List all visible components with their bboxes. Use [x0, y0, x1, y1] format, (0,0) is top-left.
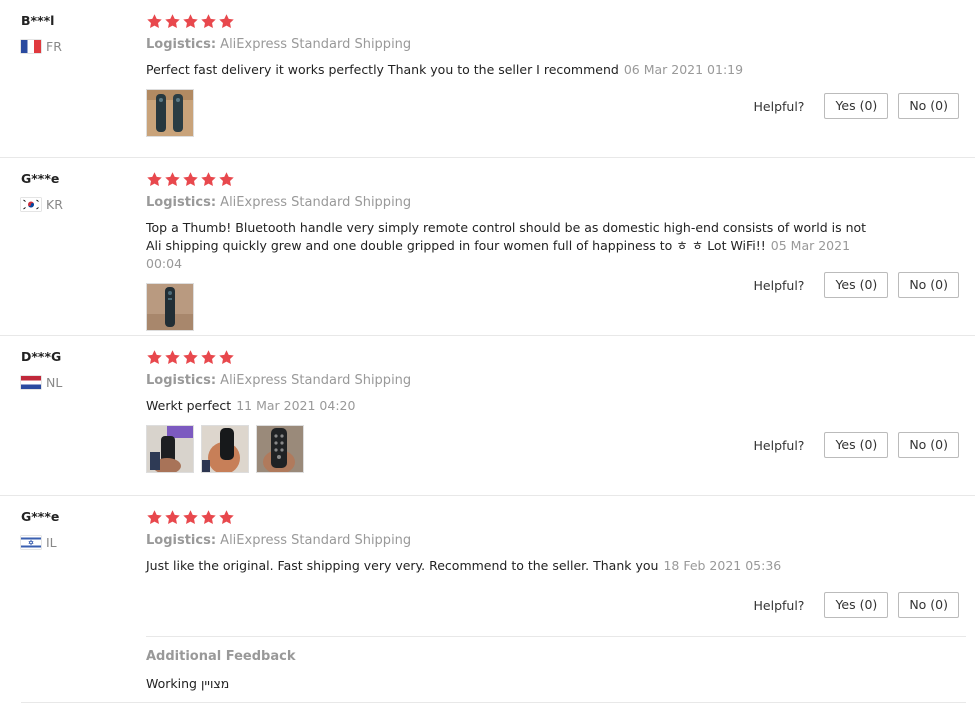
helpful-no-button[interactable]: No (0) [898, 432, 959, 458]
logistics-value: AliExpress Standard Shipping [220, 37, 412, 52]
reviewer-name: G***e [21, 509, 60, 524]
review-photo-thumbnail[interactable] [146, 425, 194, 473]
review-text: Just like the original. Fast shipping ve… [146, 557, 876, 575]
additional-feedback-text: Working מצויין [146, 676, 230, 691]
helpful-label: Helpful? [753, 437, 805, 453]
helpful-yes-button[interactable]: Yes (0) [824, 272, 889, 298]
helpful-vote: Helpful? Yes (0) No (0) [754, 272, 959, 298]
review-item: D***G NL Logistics: AliExpress Standard … [0, 336, 975, 496]
country-code: IL [46, 534, 57, 550]
logistics-value: AliExpress Standard Shipping [220, 195, 412, 210]
reviewer-country: IL [21, 534, 131, 550]
review-text: Werkt perfect 11 Mar 2021 04:20 [146, 397, 876, 415]
review-body: Perfect fast delivery it works perfectly… [146, 62, 619, 77]
logistics-label: Logistics: [146, 373, 217, 388]
review-item: B***l FR Logistics: AliExpress Standard … [0, 0, 975, 158]
star-icon [182, 349, 199, 366]
flag-kr-icon [21, 197, 41, 211]
reviewer-name: G***e [21, 171, 60, 186]
star-icon [218, 13, 235, 30]
logistics-value: AliExpress Standard Shipping [220, 373, 412, 388]
review-text: Perfect fast delivery it works perfectly… [146, 61, 876, 79]
additional-feedback-title: Additional Feedback [146, 649, 296, 664]
review-date: 11 Mar 2021 04:20 [236, 398, 356, 413]
reviewer-info: D***G NL [21, 348, 131, 390]
logistics-info: Logistics: AliExpress Standard Shipping [146, 532, 966, 549]
star-icon [200, 509, 217, 526]
country-code: FR [46, 38, 62, 54]
additional-feedback: Additional Feedback Working מצויין [146, 636, 966, 691]
star-icon [182, 171, 199, 188]
divider [21, 702, 966, 703]
logistics-info: Logistics: AliExpress Standard Shipping [146, 194, 966, 211]
review-item: G***e KR Logistics: AliExpress Standard … [0, 158, 975, 336]
star-icon [146, 171, 163, 188]
review-body: Top a Thumb! Bluetooth handle very simpl… [146, 220, 867, 253]
review-content: Logistics: AliExpress Standard Shipping … [146, 170, 966, 331]
logistics-info: Logistics: AliExpress Standard Shipping [146, 372, 966, 389]
review-text: Top a Thumb! Bluetooth handle very simpl… [146, 219, 876, 273]
helpful-no-button[interactable]: No (0) [898, 272, 959, 298]
star-icon [182, 13, 199, 30]
reviewer-name: D***G [21, 349, 62, 364]
star-icon [164, 509, 181, 526]
star-icon [182, 509, 199, 526]
review-photo-thumbnail[interactable] [201, 425, 249, 473]
star-icon [200, 171, 217, 188]
review-date: 06 Mar 2021 01:19 [623, 62, 744, 77]
logistics-label: Logistics: [146, 37, 217, 52]
logistics-label: Logistics: [146, 195, 217, 210]
star-rating [146, 170, 966, 188]
star-icon [164, 13, 181, 30]
helpful-yes-button[interactable]: Yes (0) [824, 592, 889, 618]
star-rating [146, 12, 966, 30]
star-icon [200, 349, 217, 366]
helpful-vote: Helpful? Yes (0) No (0) [754, 93, 959, 119]
review-photo-thumbnail[interactable] [146, 89, 194, 137]
reviewer-country: KR [21, 196, 131, 212]
helpful-vote: Helpful? Yes (0) No (0) [754, 592, 959, 618]
star-icon [218, 171, 235, 188]
flag-nl-icon [21, 375, 41, 389]
flag-fr-icon [21, 39, 41, 53]
logistics-value: AliExpress Standard Shipping [220, 533, 412, 548]
star-icon [164, 171, 181, 188]
review-content: Logistics: AliExpress Standard Shipping … [146, 508, 966, 575]
star-icon [146, 349, 163, 366]
helpful-label: Helpful? [753, 98, 805, 114]
star-rating [146, 348, 966, 366]
review-photo-thumbnail[interactable] [256, 425, 304, 473]
helpful-yes-button[interactable]: Yes (0) [824, 93, 889, 119]
helpful-vote: Helpful? Yes (0) No (0) [754, 432, 959, 458]
country-code: KR [46, 196, 63, 212]
helpful-no-button[interactable]: No (0) [898, 592, 959, 618]
logistics-info: Logistics: AliExpress Standard Shipping [146, 36, 966, 53]
star-rating [146, 508, 966, 526]
country-code: NL [46, 374, 63, 390]
logistics-label: Logistics: [146, 533, 217, 548]
star-icon [218, 349, 235, 366]
review-body: Werkt perfect [146, 398, 232, 413]
star-icon [218, 509, 235, 526]
review-body: Just like the original. Fast shipping ve… [146, 558, 659, 573]
star-icon [200, 13, 217, 30]
flag-il-icon [21, 535, 41, 549]
reviewer-country: NL [21, 374, 131, 390]
reviewer-info: G***e IL [21, 508, 131, 550]
helpful-label: Helpful? [753, 597, 805, 613]
helpful-no-button[interactable]: No (0) [898, 93, 959, 119]
reviewer-info: B***l FR [21, 12, 131, 54]
star-icon [164, 349, 181, 366]
helpful-label: Helpful? [753, 277, 805, 293]
review-date: 18 Feb 2021 05:36 [663, 558, 782, 573]
reviewer-name: B***l [21, 13, 55, 28]
star-icon [146, 13, 163, 30]
review-photo-thumbnail[interactable] [146, 283, 194, 331]
star-icon [146, 509, 163, 526]
reviewer-info: G***e KR [21, 170, 131, 212]
helpful-yes-button[interactable]: Yes (0) [824, 432, 889, 458]
reviewer-country: FR [21, 38, 131, 54]
